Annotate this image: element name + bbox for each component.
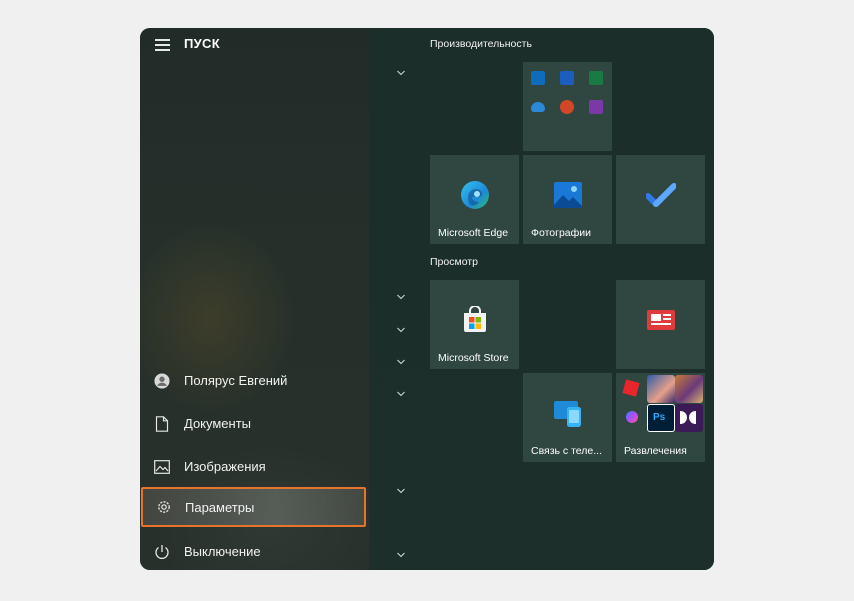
onedrive-icon xyxy=(531,102,545,112)
chevron-down-icon[interactable] xyxy=(396,550,406,560)
tile-office-folder[interactable] xyxy=(523,62,612,151)
chevron-down-icon[interactable] xyxy=(396,292,406,302)
tile-todo[interactable] xyxy=(616,155,705,244)
start-title: ПУСК xyxy=(184,36,220,51)
tile-label: Фотографии xyxy=(531,227,592,239)
chevron-down-icon[interactable] xyxy=(396,325,406,335)
tile-news[interactable] xyxy=(616,280,705,369)
user-avatar-icon xyxy=(154,372,170,389)
roblox-icon xyxy=(619,375,647,403)
menu-item-label: Документы xyxy=(184,416,252,431)
tile-label: Microsoft Edge xyxy=(438,227,509,239)
messenger-icon xyxy=(619,404,647,432)
tile-microsoft-edge[interactable]: Microsoft Edge xyxy=(430,155,519,244)
hamburger-menu-icon[interactable] xyxy=(155,39,170,51)
chevron-down-icon[interactable] xyxy=(396,486,406,496)
image-icon xyxy=(154,459,170,475)
menu-item-power[interactable]: Выключение xyxy=(140,530,369,570)
menu-item-documents[interactable]: Документы xyxy=(140,402,369,445)
menu-item-label: Выключение xyxy=(184,544,261,559)
game-thumbnail-icon xyxy=(675,375,703,403)
word-icon xyxy=(560,71,574,85)
chevron-down-icon[interactable] xyxy=(396,68,406,78)
power-icon xyxy=(154,544,170,560)
phone-link-icon xyxy=(553,401,581,428)
tile-phone-link[interactable]: Связь с теле... xyxy=(523,373,612,462)
menu-item-label: Полярус Евгений xyxy=(184,373,288,388)
start-left-pane: ПУСК Полярус Евгений Документы Изображен… xyxy=(140,28,369,570)
edge-icon xyxy=(460,181,489,210)
start-menu: ПУСК Полярус Евгений Документы Изображен… xyxy=(140,28,714,570)
menu-item-label: Параметры xyxy=(185,499,255,515)
todo-check-icon xyxy=(645,183,676,208)
group-label-productivity[interactable]: Производительность xyxy=(430,38,532,50)
tile-photos[interactable]: Фотографии xyxy=(523,155,612,244)
tile-microsoft-store[interactable]: Microsoft Store xyxy=(430,280,519,369)
group-label-browse[interactable]: Просмотр xyxy=(430,256,478,268)
excel-icon xyxy=(589,71,603,85)
news-icon xyxy=(646,310,675,331)
tile-label: Microsoft Store xyxy=(438,352,509,364)
onenote-icon xyxy=(589,100,603,114)
start-tiles-pane: Производительность Просмотр Microsoft Ed… xyxy=(369,28,714,570)
store-icon xyxy=(463,306,486,333)
powerpoint-icon xyxy=(560,100,574,114)
chevron-down-icon[interactable] xyxy=(396,389,406,399)
tile-entertainment-folder[interactable]: Ps Развлечения xyxy=(616,373,705,462)
outlook-icon xyxy=(531,71,545,85)
tile-label: Развлечения xyxy=(624,445,687,457)
menu-item-settings[interactable]: Параметры xyxy=(141,487,366,527)
menu-item-label: Изображения xyxy=(184,459,266,474)
photoshop-icon: Ps xyxy=(647,404,675,432)
document-icon xyxy=(154,415,170,432)
game-thumbnail-icon xyxy=(647,375,675,403)
menu-item-user[interactable]: Полярус Евгений xyxy=(140,359,369,402)
tile-label: Связь с теле... xyxy=(531,445,602,457)
dolby-icon xyxy=(675,404,703,432)
menu-item-images[interactable]: Изображения xyxy=(140,445,369,488)
gear-icon xyxy=(156,499,172,515)
chevron-down-icon[interactable] xyxy=(396,357,406,367)
photos-icon xyxy=(553,182,582,209)
